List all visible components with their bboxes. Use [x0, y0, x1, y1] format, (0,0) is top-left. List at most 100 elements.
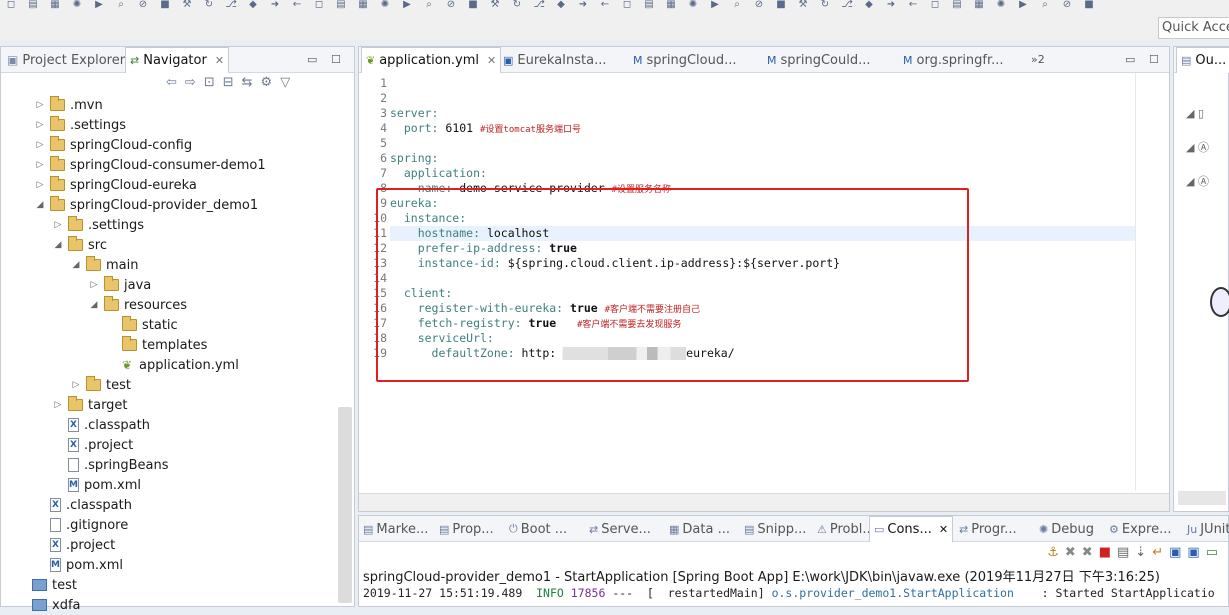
tree-item[interactable]: templates	[107, 335, 207, 355]
expand-chevron-icon[interactable]: ▷	[71, 380, 81, 390]
tree-item[interactable]: ▷ .settings	[35, 115, 126, 135]
tree-item[interactable]: X .project	[53, 435, 133, 455]
editor-tab[interactable]: MspringCould...	[763, 47, 875, 73]
tree-item[interactable]: ◢ src	[53, 235, 107, 255]
editor-tab[interactable]: ▣ EurekaInsta...	[499, 47, 611, 73]
outline-scrollbar[interactable]	[1178, 491, 1226, 505]
forward-icon[interactable]: ➜	[264, 0, 286, 11]
debug-icon[interactable]: ✺	[66, 0, 88, 11]
remove-all-icon[interactable]: ✖	[1082, 545, 1093, 560]
show-console-icon[interactable]: ▣	[1169, 545, 1181, 560]
clear-console-icon[interactable]: ▤	[1117, 545, 1129, 560]
maximize-icon[interactable]: ☐	[1149, 53, 1159, 66]
maximize-icon[interactable]: ☐	[331, 53, 341, 66]
tree-item[interactable]: ◢ springCloud-provider_demo1	[35, 195, 258, 215]
console-area-tab[interactable]: ▦ Data ...	[669, 516, 730, 542]
console-area-tab[interactable]: ⚙ Expre...	[1109, 516, 1172, 542]
tab-navigator[interactable]: ⇄ Navigator ✕	[125, 47, 230, 73]
back-icon[interactable]: ←	[594, 0, 616, 11]
forward-icon[interactable]: ⇨	[185, 75, 196, 90]
new-icon[interactable]: ◻	[0, 0, 22, 11]
scroll-lock-icon[interactable]: ⇣	[1135, 545, 1146, 560]
code-area[interactable]: server: port: 6101 #设置tomcat服务端口号 spring:…	[390, 73, 1135, 491]
debug-icon[interactable]: ✺	[990, 0, 1012, 11]
new-icon[interactable]: ◻	[616, 0, 638, 11]
filters-icon[interactable]: ⚙	[261, 75, 273, 90]
back-icon[interactable]: ⇦	[166, 75, 177, 90]
run-icon[interactable]: ▶	[88, 0, 110, 11]
expand-chevron-icon[interactable]: ▷	[35, 160, 45, 170]
skip-icon[interactable]: ⊘	[1056, 0, 1078, 11]
console-area-tab[interactable]: Ju JUnit	[1187, 516, 1229, 542]
tree-item[interactable]: ▷ target	[53, 395, 128, 415]
refresh-icon[interactable]: ↻	[198, 0, 220, 11]
search-icon[interactable]: ⌕	[418, 0, 440, 11]
tree-item[interactable]: xdfa	[17, 595, 81, 615]
git-icon[interactable]: ⎇	[220, 0, 242, 11]
build-icon[interactable]: ⚒	[484, 0, 506, 11]
tab-outline[interactable]: ▤ Ou...	[1176, 47, 1229, 73]
search-icon[interactable]: ⌕	[1034, 0, 1056, 11]
open-type-icon[interactable]: ◆	[550, 0, 572, 11]
new-icon[interactable]: ◻	[924, 0, 946, 11]
console-area-tab[interactable]: ▤ Prop...	[439, 516, 494, 542]
run-icon[interactable]: ▶	[396, 0, 418, 11]
display-console-icon[interactable]: ▣	[1187, 545, 1199, 560]
expand-chevron-icon[interactable]: ▷	[35, 140, 45, 150]
navigator-scrollbar[interactable]	[338, 407, 352, 603]
console-area-tab[interactable]: ⚠ Probl...	[817, 516, 875, 542]
close-icon[interactable]: ✕	[939, 523, 948, 536]
terminate-icon[interactable]: ■	[154, 0, 176, 11]
debug-icon[interactable]: ✺	[682, 0, 704, 11]
expand-chevron-icon[interactable]: ▷	[89, 280, 99, 290]
collapse-chevron-icon[interactable]: ◢	[89, 300, 99, 310]
close-icon[interactable]: ✕	[487, 54, 496, 67]
tree-item[interactable]: ▷ test	[71, 375, 131, 395]
collapse-all-icon[interactable]: ⊟	[223, 75, 234, 90]
collapse-chevron-icon[interactable]: ◢	[35, 200, 45, 210]
collapse-chevron-icon[interactable]: ◢	[53, 240, 63, 250]
build-icon[interactable]: ⚒	[792, 0, 814, 11]
save-icon[interactable]: ▤	[946, 0, 968, 11]
editor-tab[interactable]: Morg.springfr...	[899, 47, 1008, 73]
up-icon[interactable]: ⊡	[204, 75, 215, 90]
expand-chevron-icon[interactable]: ▷	[35, 120, 45, 130]
run-icon[interactable]: ▶	[704, 0, 726, 11]
tree-item[interactable]: X .project	[35, 535, 115, 555]
minimize-icon[interactable]: ▭	[1125, 53, 1135, 66]
save-icon[interactable]: ▤	[330, 0, 352, 11]
terminate-icon[interactable]: ■	[770, 0, 792, 11]
open-type-icon[interactable]: ◆	[858, 0, 880, 11]
expand-chevron-icon[interactable]: ▷	[53, 220, 63, 230]
editor-tab[interactable]: ❦ application.yml ✕	[361, 47, 502, 73]
tree-item[interactable]: ▷ java	[89, 275, 151, 295]
minimize-icon[interactable]: ▭	[307, 53, 317, 66]
new-icon[interactable]: ◻	[308, 0, 330, 11]
outline-node[interactable]: ◢ Ⓐ	[1186, 131, 1209, 165]
outline-node[interactable]: ◢ ▯	[1186, 97, 1209, 131]
print-icon[interactable]: ▦	[660, 0, 682, 11]
console-area-tab[interactable]: ⇄ Serve...	[589, 516, 651, 542]
print-icon[interactable]: ▦	[44, 0, 66, 11]
expand-chevron-icon[interactable]: ▷	[35, 180, 45, 190]
expand-chevron-icon[interactable]: ▷	[35, 100, 45, 110]
tree-item[interactable]: ◢ resources	[89, 295, 187, 315]
refresh-icon[interactable]: ↻	[506, 0, 528, 11]
save-icon[interactable]: ▤	[638, 0, 660, 11]
console-area-tab[interactable]: ✺ Debug	[1039, 516, 1094, 542]
pin-icon[interactable]: ⚓	[1047, 545, 1059, 560]
terminate-icon[interactable]: ■	[1099, 545, 1111, 560]
new-console-icon[interactable]: ▭	[1206, 545, 1218, 560]
console-area-tab[interactable]: ▭ Cons... ✕	[869, 516, 954, 542]
editor-overview-ruler[interactable]	[1135, 73, 1145, 491]
git-icon[interactable]: ⎇	[528, 0, 550, 11]
view-menu-icon[interactable]: ▽	[280, 75, 290, 90]
terminate-icon[interactable]: ■	[462, 0, 484, 11]
search-icon[interactable]: ⌕	[110, 0, 132, 11]
quick-access-input[interactable]: Quick Access	[1158, 17, 1229, 39]
link-editor-icon[interactable]: ⇆	[242, 75, 253, 90]
refresh-icon[interactable]: ↻	[814, 0, 836, 11]
console-area-tab[interactable]: ▤ Marke...	[363, 516, 428, 542]
console-area-tab[interactable]: ⇄ Progr...	[959, 516, 1017, 542]
tree-item[interactable]: ▷ .settings	[53, 215, 144, 235]
